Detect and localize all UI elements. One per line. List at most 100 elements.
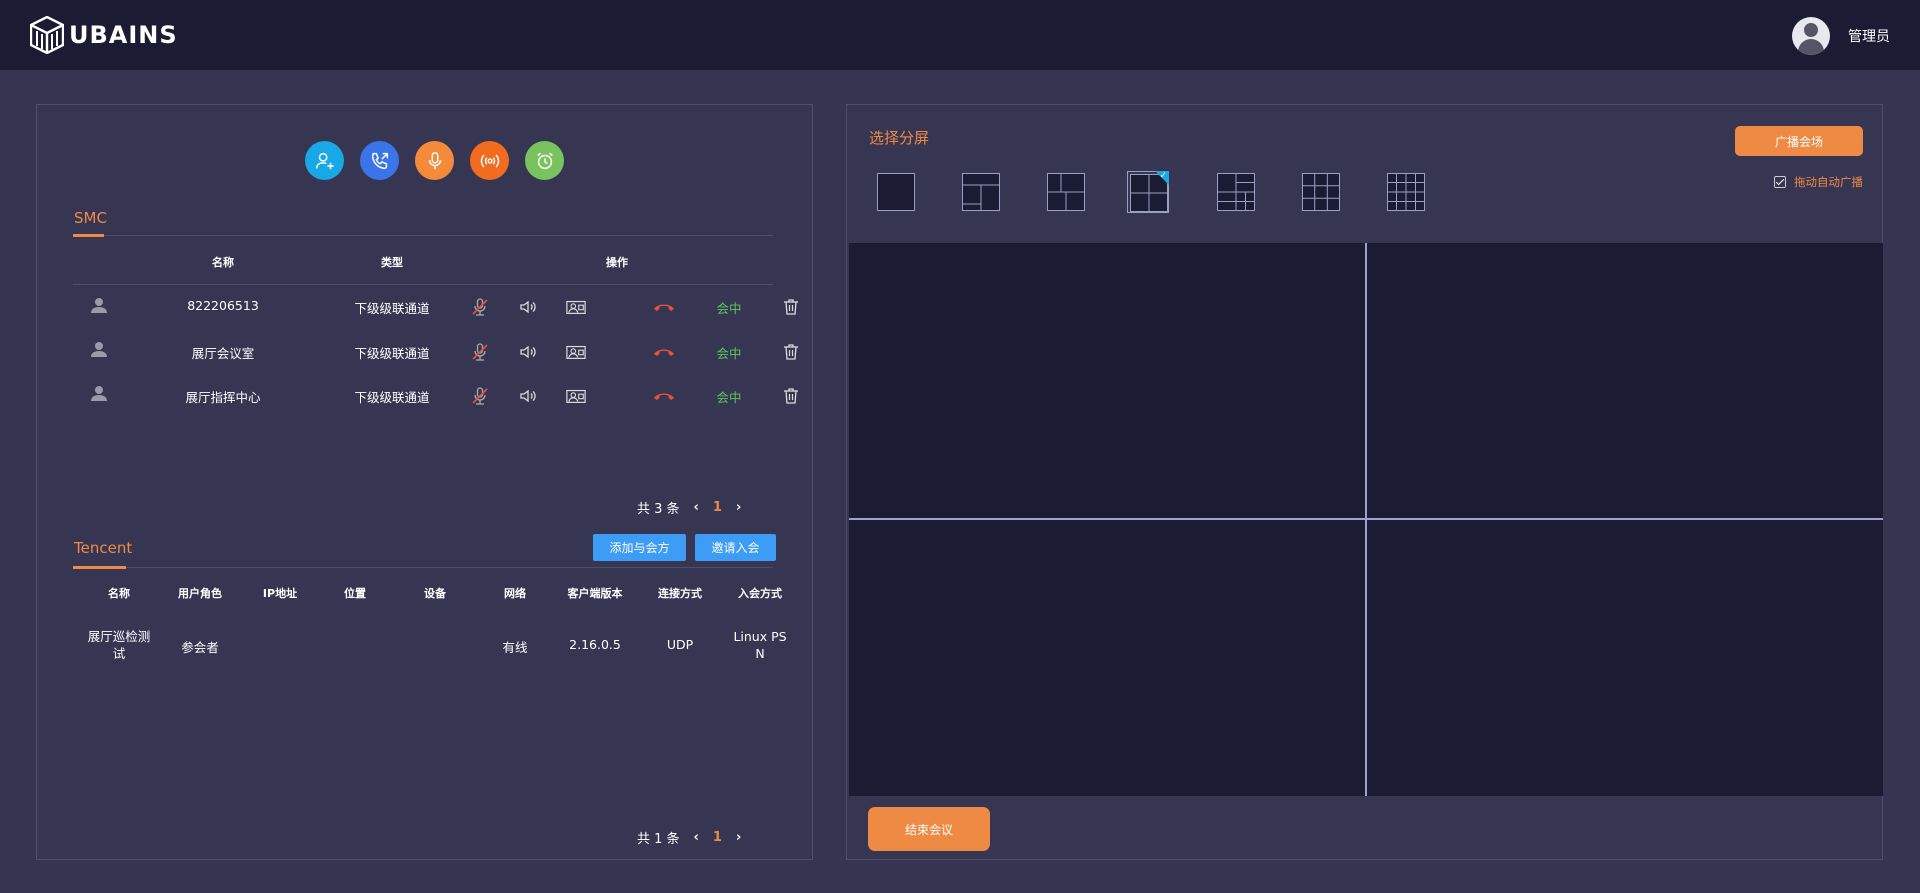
layout-6-button[interactable] bbox=[1215, 171, 1257, 213]
view-screen-icon[interactable] bbox=[566, 342, 586, 362]
prev-page-button[interactable]: ‹ bbox=[694, 500, 699, 515]
trash-icon[interactable] bbox=[781, 297, 801, 317]
phone-transfer-icon bbox=[371, 152, 388, 169]
layout-1-icon bbox=[877, 173, 915, 211]
smc-divider bbox=[73, 235, 773, 236]
col-name: 名称 bbox=[108, 587, 130, 600]
alarm-clock-icon bbox=[536, 152, 553, 169]
user-menu[interactable]: 管理员 bbox=[1792, 17, 1890, 55]
row-network: 有线 bbox=[502, 640, 528, 655]
hangup-icon[interactable] bbox=[652, 298, 676, 318]
split-screen-title: 选择分屏 bbox=[869, 129, 930, 147]
smc-section-title: SMC bbox=[74, 209, 107, 227]
layout-3b-button[interactable] bbox=[1045, 171, 1087, 213]
layout-3-button[interactable] bbox=[960, 171, 1002, 213]
add-participant-text-button[interactable]: 添加与会方 bbox=[593, 534, 686, 561]
row-name: 展厅指挥中心 bbox=[185, 390, 261, 405]
video-screen-1[interactable] bbox=[849, 243, 1365, 518]
layout-9-icon bbox=[1302, 173, 1340, 211]
speaker-icon[interactable] bbox=[518, 342, 538, 362]
microphone-button[interactable] bbox=[415, 141, 454, 180]
call-transfer-button[interactable] bbox=[360, 141, 399, 180]
smc-total-count: 共 3 条 bbox=[637, 502, 680, 517]
layout-6-icon bbox=[1217, 173, 1255, 211]
col-device: 设备 bbox=[424, 587, 446, 600]
broadcast-venue-button[interactable]: 广播会场 bbox=[1735, 126, 1863, 156]
hangup-icon[interactable] bbox=[652, 387, 676, 407]
col-type: 类型 bbox=[381, 256, 403, 269]
next-page-button[interactable]: › bbox=[736, 830, 741, 845]
row-client-version: 2.16.0.5 bbox=[569, 637, 621, 652]
status-in-meeting: 会中 bbox=[716, 301, 742, 316]
col-client-version: 客户端版本 bbox=[567, 587, 623, 600]
row-join-line2: N bbox=[755, 646, 765, 661]
mic-muted-icon[interactable] bbox=[470, 342, 490, 362]
user-name: 管理员 bbox=[1848, 29, 1890, 45]
top-bar: UBAINS 管理员 bbox=[0, 0, 1920, 70]
auto-broadcast-checkbox[interactable] bbox=[1774, 176, 1786, 188]
microphone-icon bbox=[428, 151, 441, 169]
smc-pagination: 共 3 条 ‹ 1 › bbox=[637, 498, 741, 517]
next-page-button[interactable]: › bbox=[736, 500, 741, 515]
add-participant-button[interactable] bbox=[305, 141, 344, 180]
layout-3-icon bbox=[962, 173, 1000, 211]
col-join-method: 入会方式 bbox=[738, 587, 782, 600]
layout-4-button[interactable]: ✓ bbox=[1127, 171, 1169, 213]
mic-muted-icon[interactable] bbox=[470, 386, 490, 406]
col-network: 网络 bbox=[504, 587, 526, 600]
col-name: 名称 bbox=[212, 256, 234, 269]
prev-page-button[interactable]: ‹ bbox=[694, 830, 699, 845]
row-name-line2: 试 bbox=[112, 646, 126, 661]
view-screen-icon[interactable] bbox=[566, 297, 586, 317]
layout-1-button[interactable] bbox=[875, 171, 917, 213]
invite-button[interactable]: 邀请入会 bbox=[695, 534, 776, 561]
current-page[interactable]: 1 bbox=[713, 830, 722, 845]
speaker-icon[interactable] bbox=[518, 386, 538, 406]
hangup-icon[interactable] bbox=[652, 343, 676, 363]
end-meeting-button[interactable]: 结束会议 bbox=[868, 807, 990, 851]
row-type: 下级级联通道 bbox=[354, 390, 430, 405]
action-toolbar bbox=[305, 141, 564, 180]
tencent-total-count: 共 1 条 bbox=[637, 832, 680, 847]
video-screen-2[interactable] bbox=[1367, 243, 1883, 518]
view-screen-icon[interactable] bbox=[566, 386, 586, 406]
logo-text: UBAINS bbox=[69, 21, 178, 49]
check-icon: ✓ bbox=[1159, 171, 1167, 181]
col-role: 用户角色 bbox=[178, 587, 222, 600]
user-add-icon bbox=[315, 152, 334, 169]
status-in-meeting: 会中 bbox=[716, 346, 742, 361]
speaker-icon[interactable] bbox=[518, 297, 538, 317]
tencent-section-title: Tencent bbox=[74, 539, 133, 557]
trash-icon[interactable] bbox=[781, 342, 801, 362]
alarm-button[interactable] bbox=[525, 141, 564, 180]
user-icon bbox=[91, 342, 107, 357]
auto-broadcast-option[interactable]: 拖动自动广播 bbox=[1774, 174, 1863, 190]
split-screen-panel: 选择分屏 ✓ 广播会场 拖动自动广播 结束会议 bbox=[846, 104, 1883, 860]
row-join-line1: Linux PS bbox=[733, 629, 787, 644]
row-name: 展厅会议室 bbox=[191, 346, 255, 361]
video-screen-4[interactable] bbox=[1367, 520, 1883, 796]
user-icon bbox=[91, 386, 107, 401]
col-location: 位置 bbox=[344, 587, 366, 600]
user-icon bbox=[91, 298, 107, 313]
row-name: 822206513 bbox=[187, 298, 259, 313]
col-ip: IP地址 bbox=[262, 587, 298, 600]
layout-3b-icon bbox=[1047, 173, 1085, 211]
layout-9-button[interactable] bbox=[1300, 171, 1342, 213]
row-join-method: Linux PS N bbox=[725, 628, 795, 662]
mic-muted-icon[interactable] bbox=[470, 297, 490, 317]
broadcast-button[interactable] bbox=[470, 141, 509, 180]
row-name: 展厅巡检测 试 bbox=[79, 628, 159, 662]
col-ops: 操作 bbox=[606, 256, 628, 269]
auto-broadcast-label: 拖动自动广播 bbox=[1794, 175, 1863, 189]
tencent-divider bbox=[73, 567, 773, 568]
tencent-tab-indicator bbox=[73, 566, 126, 569]
avatar[interactable] bbox=[1792, 17, 1830, 55]
trash-icon[interactable] bbox=[781, 386, 801, 406]
status-in-meeting: 会中 bbox=[716, 390, 742, 405]
layout-16-button[interactable] bbox=[1385, 171, 1427, 213]
row-connection: UDP bbox=[666, 637, 694, 652]
video-screen-3[interactable] bbox=[849, 520, 1365, 796]
current-page[interactable]: 1 bbox=[713, 500, 722, 515]
logo: UBAINS bbox=[30, 16, 178, 54]
